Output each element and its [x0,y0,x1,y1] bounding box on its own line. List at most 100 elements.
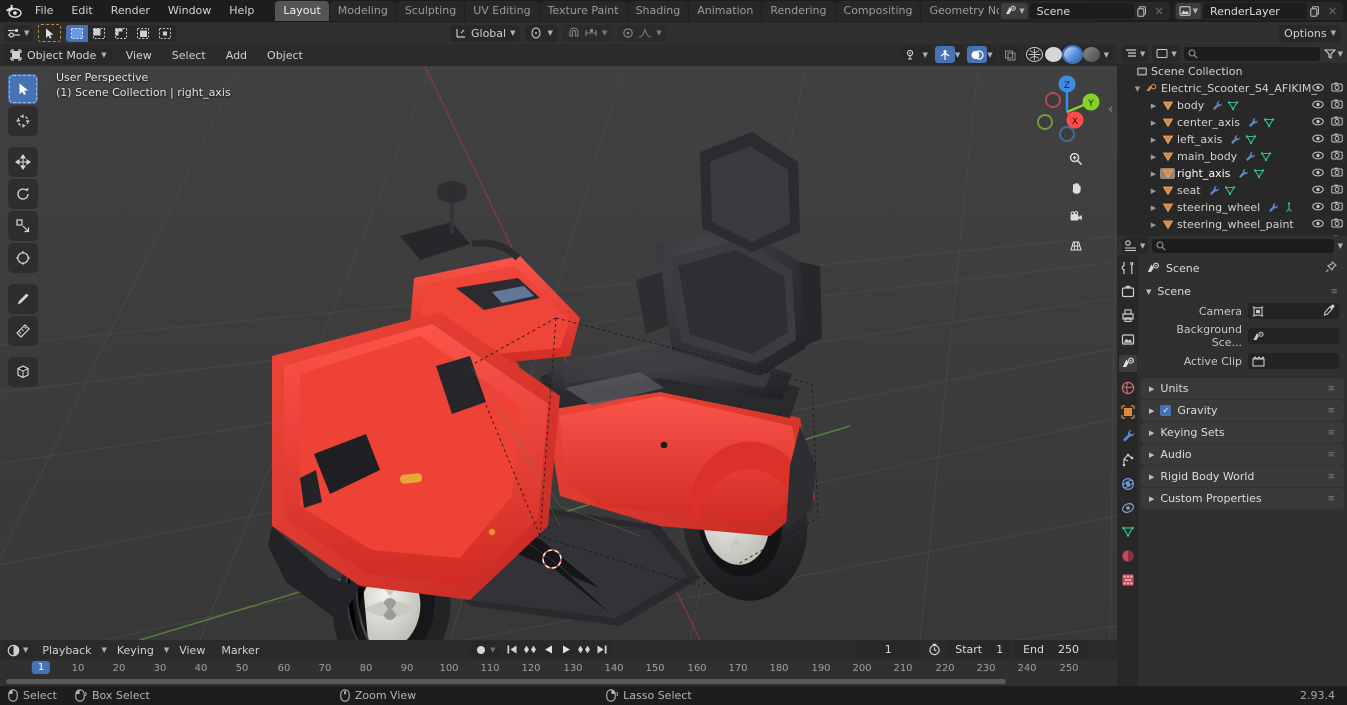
view-layer-icon[interactable] [1152,45,1171,62]
object-mode-dropdown[interactable]: Object Mode ▼ [4,46,113,64]
previous-keyframe-icon[interactable] [521,641,539,658]
set-selection-button[interactable] [66,24,89,42]
current-frame-field[interactable]: 1 [855,641,922,658]
outliner-row-scene-collection[interactable]: Scene Collection [1117,63,1347,80]
new-view-layer-button[interactable] [1307,3,1324,19]
disclosure-triangle-icon[interactable]: ▶ [1147,119,1160,127]
modifier-tab-icon[interactable] [1119,427,1137,444]
record-icon[interactable] [472,641,490,658]
active-clip-field[interactable] [1248,353,1339,369]
menu-window[interactable]: Window [159,2,220,20]
outliner-editor-type[interactable]: ▼ [1121,45,1149,62]
add-cube-tool-icon[interactable] [8,357,38,387]
eye-icon[interactable] [1312,167,1324,180]
scene-tab-icon[interactable] [1118,355,1137,372]
menu-file[interactable]: File [26,2,62,20]
camera-icon[interactable] [1331,99,1343,112]
camera-icon[interactable] [1331,150,1343,163]
jump-to-start-icon[interactable] [503,641,521,658]
overlays-icon[interactable] [967,46,988,63]
xray-icon[interactable] [1000,46,1020,63]
tab-animation[interactable]: Animation [689,1,762,21]
tab-rendering[interactable]: Rendering [762,1,835,21]
disclosure-triangle-icon[interactable]: ▶ [1149,385,1154,393]
properties-editor-type[interactable]: ▼ [1121,237,1149,254]
pivot-point-dropdown[interactable]: ▼ [525,24,558,42]
disclosure-triangle-icon[interactable]: ▶ [1149,451,1154,459]
disclosure-triangle-icon[interactable]: ▶ [1149,495,1154,503]
physics-tab-icon[interactable] [1119,475,1137,492]
timeline-editor-icon[interactable] [4,642,23,659]
scene-panel-header[interactable]: ▼ Scene ≡ [1138,282,1347,301]
chevron-down-icon[interactable]: ▼ [1338,242,1343,250]
eye-icon[interactable] [1312,99,1324,112]
measure-tool-icon[interactable] [8,316,38,346]
render-layer-icon[interactable]: ▼ [1175,3,1201,19]
disclosure-triangle-icon[interactable]: ▶ [1147,136,1160,144]
world-tab-icon[interactable] [1119,379,1137,396]
disclosure-triangle-icon[interactable]: ▶ [1147,204,1160,212]
timeline-editor-type[interactable]: ▼ [4,641,33,659]
outliner-search-input[interactable] [1183,46,1320,61]
eye-icon[interactable] [1312,184,1324,197]
remove-view-layer-button[interactable]: ✕ [1324,3,1341,19]
tab-shading[interactable]: Shading [627,1,689,21]
disclosure-triangle-icon[interactable]: ▼ [1146,288,1151,296]
outliner-row-collection[interactable]: ▼ Electric_Scooter_S4_AFIKIM_ [1117,80,1347,97]
outliner-row-object-selected[interactable]: ▶ right_axis [1117,165,1347,182]
viewport-menu-select[interactable]: Select [165,48,213,63]
menu-render[interactable]: Render [102,2,159,20]
toggle-perspective-icon[interactable] [1065,235,1087,257]
eye-icon[interactable] [1312,150,1324,163]
move-tool-icon[interactable] [8,147,38,177]
timeline-menu-view[interactable]: View [173,643,211,658]
eye-icon[interactable] [1312,82,1324,95]
proportional-editing-group[interactable]: ▼ [617,24,667,42]
keying-sets-panel[interactable]: ▶ Keying Sets ≡ [1141,422,1344,443]
navigation-gizmo[interactable]: Z Y X [1031,72,1103,144]
outliner-tree[interactable]: Scene Collection ▼ Electric_Scooter_S4_A… [1117,63,1347,236]
data-tab-icon[interactable] [1119,523,1137,540]
viewport-menu-object[interactable]: Object [260,48,310,63]
particles-tab-icon[interactable] [1119,451,1137,468]
outliner-row-object[interactable]: ▶ body [1117,97,1347,114]
scene-icon[interactable]: ▼ [1001,3,1028,19]
solid-shading-button[interactable] [1044,47,1062,62]
material-preview-shading-button[interactable] [1063,47,1081,62]
outliner-filter-group[interactable]: ▼ [1323,48,1343,59]
disclosure-triangle-icon[interactable]: ▶ [1149,407,1154,415]
camera-icon[interactable] [1331,116,1343,129]
constraints-tab-icon[interactable] [1119,499,1137,516]
camera-icon[interactable] [1331,218,1343,231]
tab-layout[interactable]: Layout [275,1,329,21]
viewport-canvas[interactable]: User Perspective (1) Scene Collection | … [0,66,1117,640]
eye-icon[interactable] [1312,133,1324,146]
gizmo-group[interactable]: ▼ [934,46,964,63]
scene-name-field[interactable]: Scene [1029,3,1134,19]
xray-group[interactable] [999,46,1020,63]
zoom-icon[interactable] [1065,148,1087,170]
pan-hand-icon[interactable] [1065,177,1087,199]
frame-range-fields[interactable]: Start 1 [947,641,1012,658]
disclosure-triangle-icon[interactable]: ▼ [1131,85,1144,93]
gizmo-icon[interactable] [934,46,955,63]
overlays-group[interactable]: ▼ [967,46,996,63]
camera-icon[interactable] [1331,184,1343,197]
timeline-menu-marker[interactable]: Marker [215,643,265,658]
pin-icon[interactable] [1325,261,1338,276]
editor-type-icon[interactable] [4,25,24,42]
options-dropdown[interactable]: Options ▼ [1279,24,1341,42]
menu-edit[interactable]: Edit [62,2,101,20]
disclosure-triangle-icon[interactable]: ▶ [1147,102,1160,110]
background-scene-field[interactable] [1248,328,1339,344]
transform-tool-icon[interactable] [8,243,38,273]
end-frame-field[interactable]: End 250 [1015,641,1087,658]
camera-field[interactable] [1248,303,1339,319]
timeline-scrollbar[interactable] [6,679,1006,684]
timeline-menu-keying[interactable]: Keying [111,643,160,658]
wireframe-shading-button[interactable] [1025,47,1043,62]
disclosure-triangle-icon[interactable]: ▶ [1149,429,1154,437]
disclosure-triangle-icon[interactable]: ▶ [1147,170,1160,178]
object-visibility-icon[interactable] [902,46,922,63]
unlink-scene-button[interactable]: ✕ [1151,3,1168,19]
